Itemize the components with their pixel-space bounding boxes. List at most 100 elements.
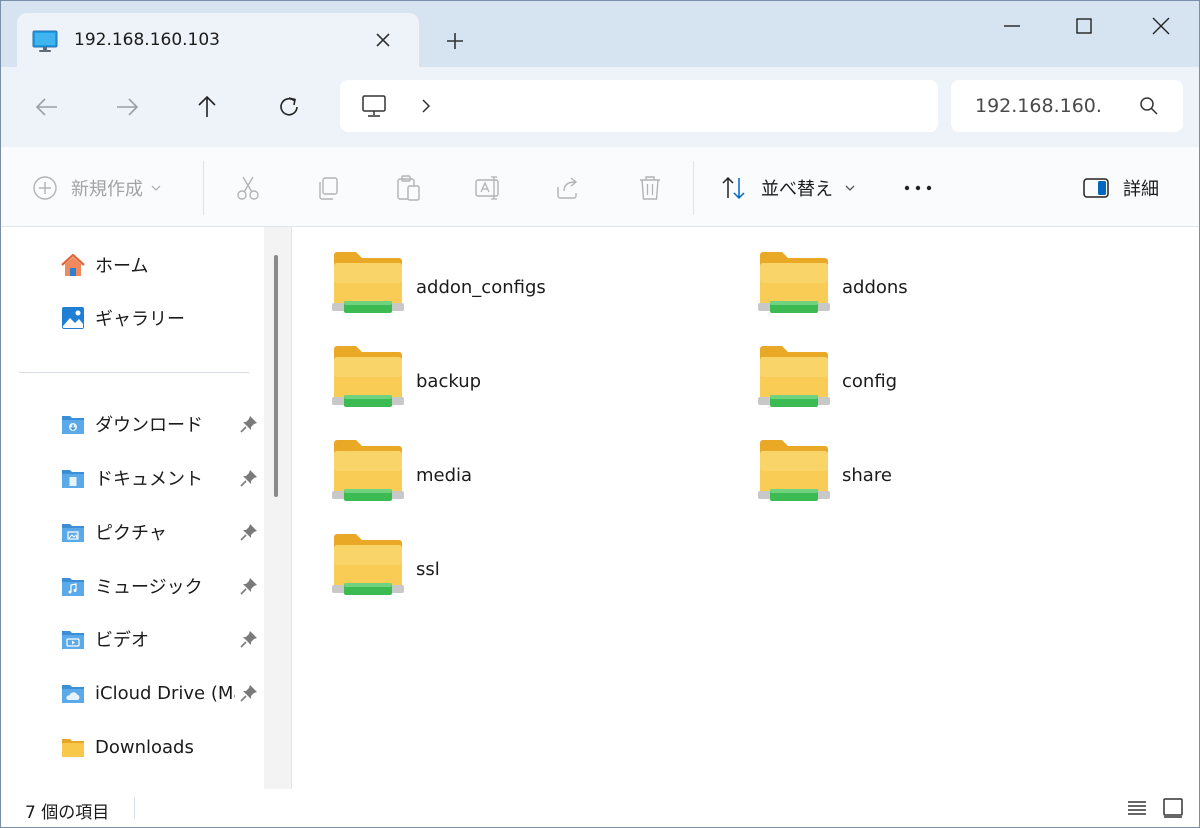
monitor-icon [32, 30, 58, 52]
videos-folder-icon [62, 631, 84, 649]
tab-title: 192.168.160.103 [74, 30, 221, 50]
paste-icon[interactable] [393, 173, 423, 203]
sidebar-item-music[interactable]: ミュージック [59, 571, 264, 601]
sidebar-item-label: ピクチャ [95, 523, 167, 544]
forward-arrow-icon[interactable] [113, 93, 141, 121]
maximize-icon[interactable] [1069, 11, 1099, 41]
cut-icon[interactable] [233, 173, 263, 203]
downloads-folder-icon [62, 416, 84, 434]
folder-name: config [842, 371, 898, 392]
folder-name: ssl [416, 559, 440, 580]
close-window-icon[interactable] [1146, 11, 1176, 41]
minimize-icon[interactable] [997, 11, 1027, 41]
delete-icon[interactable] [635, 173, 665, 203]
chevron-right-icon[interactable] [416, 95, 436, 117]
pin-icon[interactable] [239, 414, 259, 434]
chevron-down-icon [151, 185, 161, 191]
pin-icon[interactable] [239, 522, 259, 542]
add-circle-icon [33, 176, 57, 200]
sidebar-item-label: ビデオ [95, 630, 149, 651]
sort-button-label: 並べ替え [761, 179, 833, 200]
documents-folder-icon [62, 470, 84, 488]
details-pane-button[interactable]: 詳細 [1081, 173, 1159, 203]
sidebar-item-label: ドキュメント [95, 469, 203, 490]
network-folder-icon [758, 346, 830, 407]
pin-icon[interactable] [239, 468, 259, 488]
folder-name: addons [842, 277, 908, 298]
folder-icon [62, 739, 84, 757]
pictures-folder-icon [62, 524, 84, 542]
sort-icon [722, 176, 745, 200]
folder-item-config[interactable]: config [758, 343, 1138, 423]
pin-icon[interactable] [239, 629, 259, 649]
toolbar-divider [203, 161, 204, 215]
folder-name: media [416, 465, 473, 486]
status-separator [134, 797, 135, 819]
title-bar: 192.168.160.103 [1, 1, 1199, 67]
back-arrow-icon[interactable] [33, 93, 61, 121]
address-bar[interactable] [340, 80, 938, 132]
sidebar-item-label: ダウンロード [95, 415, 203, 436]
command-bar: 新規作成 並べ替え 詳細 [1, 147, 1199, 227]
new-tab-icon[interactable] [443, 29, 467, 53]
toolbar-divider [693, 161, 694, 215]
folder-name: addon_configs [416, 277, 546, 298]
search-input[interactable]: 192.168.160. [975, 95, 1135, 117]
sidebar-item-label: Downloads [95, 736, 194, 758]
network-folder-icon [332, 534, 404, 595]
home-icon [61, 253, 85, 276]
sidebar-item-gallery[interactable]: ギャラリー [59, 303, 264, 333]
network-folder-icon [332, 346, 404, 407]
sidebar-scrollbar-thumb[interactable] [274, 255, 278, 497]
sidebar-item-icloud-drive[interactable]: iCloud Drive (Mac) [59, 678, 264, 708]
item-count: 7 個の項目 [25, 803, 110, 823]
folder-item-addon-configs[interactable]: addon_configs [332, 249, 712, 329]
sidebar-item-label: ミュージック [95, 577, 203, 598]
sidebar-item-pictures[interactable]: ピクチャ [59, 517, 264, 547]
chevron-down-icon [845, 185, 855, 191]
copy-icon[interactable] [313, 173, 343, 203]
folder-item-share[interactable]: share [758, 437, 1138, 517]
search-box[interactable]: 192.168.160. [951, 80, 1183, 132]
up-arrow-icon[interactable] [193, 93, 221, 121]
sidebar-item-videos[interactable]: ビデオ [59, 624, 264, 654]
sidebar-item-label: ギャラリー [95, 309, 185, 330]
sidebar-item-label: ホーム [95, 256, 149, 277]
details-button-label: 詳細 [1123, 179, 1159, 200]
music-folder-icon [62, 578, 84, 596]
folder-name: share [842, 465, 892, 486]
more-options-icon[interactable] [901, 173, 935, 203]
folder-item-addons[interactable]: addons [758, 249, 1138, 329]
file-explorer-window: 192.168.160.103 192.168.160. 新規作成 並べ替え 詳… [0, 0, 1200, 828]
sidebar-separator [19, 372, 249, 373]
gallery-icon [62, 307, 84, 329]
share-icon[interactable] [553, 173, 583, 203]
pin-icon[interactable] [239, 683, 259, 703]
status-bar: 7 個の項目 [1, 789, 1199, 827]
navigation-bar: 192.168.160. [1, 67, 1199, 147]
sidebar-item-downloads-folder[interactable]: Downloads [59, 732, 264, 762]
network-folder-icon [332, 252, 404, 313]
details-view-icon[interactable] [1125, 796, 1149, 820]
folder-item-backup[interactable]: backup [332, 343, 712, 423]
file-list: addon_configs addons backup config media… [291, 227, 1199, 789]
folder-item-media[interactable]: media [332, 437, 712, 517]
sort-button[interactable]: 並べ替え [719, 173, 857, 203]
network-folder-icon [758, 440, 830, 501]
large-icons-view-icon[interactable] [1161, 796, 1185, 820]
rename-icon[interactable] [473, 173, 503, 203]
sidebar-item-home[interactable]: ホーム [59, 250, 264, 280]
pin-icon[interactable] [239, 576, 259, 596]
refresh-icon[interactable] [275, 93, 303, 121]
tab-current[interactable]: 192.168.160.103 [17, 13, 419, 67]
network-folder-icon [332, 440, 404, 501]
sidebar-item-documents[interactable]: ドキュメント [59, 463, 264, 493]
search-icon[interactable] [1137, 94, 1161, 118]
sidebar-item-downloads[interactable]: ダウンロード [59, 409, 264, 439]
computer-icon [362, 95, 386, 117]
icloud-folder-icon [62, 685, 84, 703]
new-button[interactable]: 新規作成 [31, 173, 163, 203]
close-tab-icon[interactable] [371, 28, 395, 52]
folder-item-ssl[interactable]: ssl [332, 531, 712, 611]
folder-name: backup [416, 371, 482, 392]
